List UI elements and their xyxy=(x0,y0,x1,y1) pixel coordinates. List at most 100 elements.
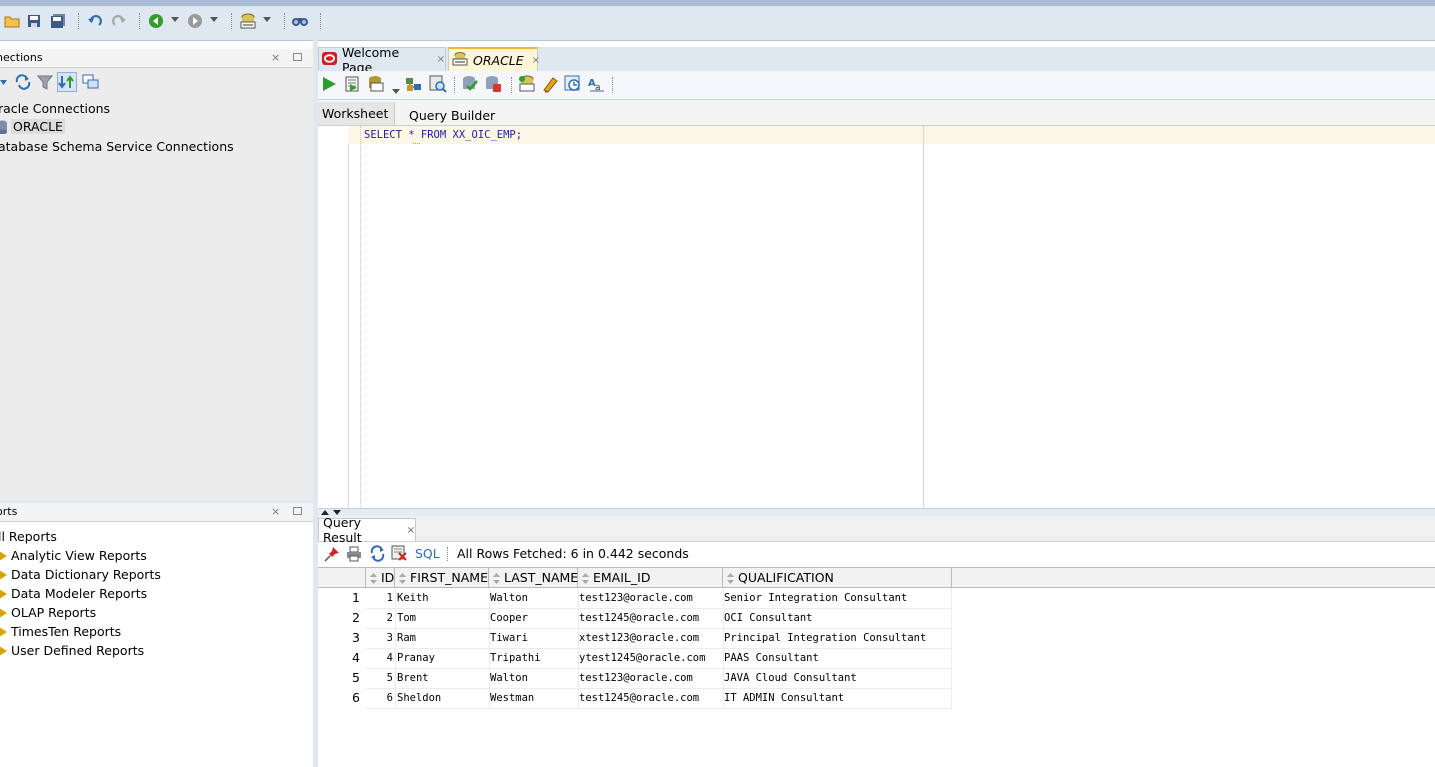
column-header-last-name[interactable]: LAST_NAME xyxy=(489,567,578,588)
redo-icon[interactable] xyxy=(110,12,128,30)
forward-dropdown-icon[interactable] xyxy=(210,14,218,24)
filter-icon[interactable] xyxy=(36,75,54,93)
cell-id[interactable]: 1 xyxy=(366,588,393,608)
column-header-email-id[interactable]: EMAIL_ID xyxy=(578,567,723,588)
save-all-icon[interactable] xyxy=(49,12,67,30)
new-connection-dropdown-icon[interactable] xyxy=(0,76,8,88)
cell-last-name[interactable]: Walton xyxy=(490,668,576,688)
expand-arrow-icon[interactable] xyxy=(0,570,7,580)
sql-history-icon[interactable] xyxy=(564,75,582,96)
column-header-first-name[interactable]: FIRST_NAME xyxy=(395,567,489,588)
cell-first-name[interactable]: Pranay xyxy=(397,648,487,668)
cell-last-name[interactable]: Walton xyxy=(490,588,576,608)
panel-splitter[interactable] xyxy=(0,500,313,503)
tree-item-oracle-connections[interactable]: racle Connections xyxy=(0,101,110,116)
expand-arrow-icon[interactable] xyxy=(0,551,7,561)
tree-item-all-reports[interactable]: ll Reports xyxy=(0,529,57,544)
rollback-icon[interactable] xyxy=(484,75,502,96)
cell-qualification[interactable]: IT ADMIN Consultant xyxy=(724,688,951,708)
cell-first-name[interactable]: Tom xyxy=(397,608,487,628)
schema-browser-icon[interactable] xyxy=(82,74,100,93)
sql-worksheet-dropdown-icon[interactable] xyxy=(263,14,271,24)
tree-item-data-dictionary-reports[interactable]: Data Dictionary Reports xyxy=(11,567,161,582)
tree-item-oracle[interactable]: ORACLE xyxy=(11,119,65,134)
cell-email-id[interactable]: test123@oracle.com xyxy=(579,668,722,688)
cell-qualification[interactable]: Senior Integration Consultant xyxy=(724,588,951,608)
open-icon[interactable] xyxy=(3,12,21,30)
expand-arrow-icon[interactable] xyxy=(0,608,7,618)
sql-editor[interactable] xyxy=(318,126,1435,508)
cell-last-name[interactable]: Tiwari xyxy=(490,628,576,648)
cell-email-id[interactable]: test1245@oracle.com xyxy=(579,688,722,708)
tab-worksheet[interactable]: Worksheet xyxy=(318,102,395,125)
tree-item-analytic-view-reports[interactable]: Analytic View Reports xyxy=(11,548,147,563)
explain-plan-icon[interactable] xyxy=(405,75,423,96)
cell-email-id[interactable]: test1245@oracle.com xyxy=(579,608,722,628)
cell-id[interactable]: 6 xyxy=(366,688,393,708)
autotrace-icon[interactable] xyxy=(367,75,385,96)
sql-worksheet-icon[interactable] xyxy=(239,12,257,30)
close-icon[interactable]: × xyxy=(407,525,415,536)
minimize-icon[interactable] xyxy=(293,53,302,61)
close-icon[interactable]: × xyxy=(271,505,280,518)
cell-last-name[interactable]: Tripathi xyxy=(490,648,576,668)
cell-first-name[interactable]: Sheldon xyxy=(397,688,487,708)
sql-statement[interactable]: SELECT * FROM XX_OIC_EMP; xyxy=(364,129,522,141)
cell-first-name[interactable]: Keith xyxy=(397,588,487,608)
save-icon[interactable] xyxy=(25,12,43,30)
minimize-icon[interactable] xyxy=(293,507,302,515)
cell-qualification[interactable]: PAAS Consultant xyxy=(724,648,951,668)
run-script-icon[interactable] xyxy=(344,76,360,95)
find-db-object-icon[interactable] xyxy=(291,12,309,30)
tree-item-schema-service-connections[interactable]: atabase Schema Service Connections xyxy=(0,139,234,154)
tab-query-result[interactable]: Query Result × xyxy=(318,515,416,545)
tab-welcome-page[interactable]: Welcome Page × xyxy=(318,45,446,75)
cell-id[interactable]: 4 xyxy=(366,648,393,668)
forward-icon[interactable] xyxy=(186,12,204,30)
cell-email-id[interactable]: test123@oracle.com xyxy=(579,588,722,608)
print-icon[interactable] xyxy=(346,546,362,565)
cell-id[interactable]: 3 xyxy=(366,628,393,648)
cell-qualification[interactable]: Principal Integration Consultant xyxy=(724,628,951,648)
cell-qualification[interactable]: JAVA Cloud Consultant xyxy=(724,668,951,688)
tree-item-olap-reports[interactable]: OLAP Reports xyxy=(11,605,96,620)
cell-email-id[interactable]: xtest123@oracle.com xyxy=(579,628,722,648)
tab-oracle[interactable]: ORACLE × xyxy=(448,47,540,71)
unshared-sql-worksheet-icon[interactable] xyxy=(518,75,536,96)
column-header-id[interactable]: ID xyxy=(366,567,395,588)
commit-icon[interactable] xyxy=(461,75,479,96)
cell-qualification[interactable]: OCI Consultant xyxy=(724,608,951,628)
expand-arrow-icon[interactable] xyxy=(0,646,7,656)
back-icon[interactable] xyxy=(147,12,165,30)
clear-icon[interactable] xyxy=(541,75,559,96)
tree-item-user-defined-reports[interactable]: User Defined Reports xyxy=(11,643,144,658)
cell-last-name[interactable]: Westman xyxy=(490,688,576,708)
schema-browser-toggle-icon[interactable] xyxy=(57,72,77,92)
refresh-icon[interactable] xyxy=(14,74,32,93)
cell-first-name[interactable]: Brent xyxy=(397,668,487,688)
tree-item-data-modeler-reports[interactable]: Data Modeler Reports xyxy=(11,586,147,601)
sql-tuning-advisor-icon[interactable] xyxy=(429,75,447,96)
cell-email-id[interactable]: ytest1245@oracle.com xyxy=(579,648,722,668)
close-icon[interactable]: × xyxy=(437,54,445,65)
cell-first-name[interactable]: Ram xyxy=(397,628,487,648)
tab-query-builder[interactable]: Query Builder xyxy=(405,104,499,127)
cell-last-name[interactable]: Cooper xyxy=(490,608,576,628)
refresh-icon[interactable] xyxy=(369,545,386,565)
undo-icon[interactable] xyxy=(86,12,104,30)
tree-item-timesten-reports[interactable]: TimesTen Reports xyxy=(11,624,121,639)
cell-id[interactable]: 2 xyxy=(366,608,393,628)
run-statement-icon[interactable] xyxy=(321,76,337,95)
expand-arrow-icon[interactable] xyxy=(0,627,7,637)
autotrace-dropdown-icon[interactable] xyxy=(392,83,400,97)
cell-id[interactable]: 5 xyxy=(366,668,393,688)
close-icon[interactable]: × xyxy=(271,51,280,64)
column-header-qualification[interactable]: QUALIFICATION xyxy=(723,567,952,588)
cancel-query-icon[interactable] xyxy=(391,545,408,565)
close-icon[interactable]: × xyxy=(532,55,540,66)
expand-arrow-icon[interactable] xyxy=(0,589,7,599)
to-upper-lower-initcap-icon[interactable]: Aa xyxy=(588,75,606,96)
back-dropdown-icon[interactable] xyxy=(171,14,179,24)
pin-icon[interactable] xyxy=(324,546,340,565)
sql-link[interactable]: SQL xyxy=(415,546,440,561)
